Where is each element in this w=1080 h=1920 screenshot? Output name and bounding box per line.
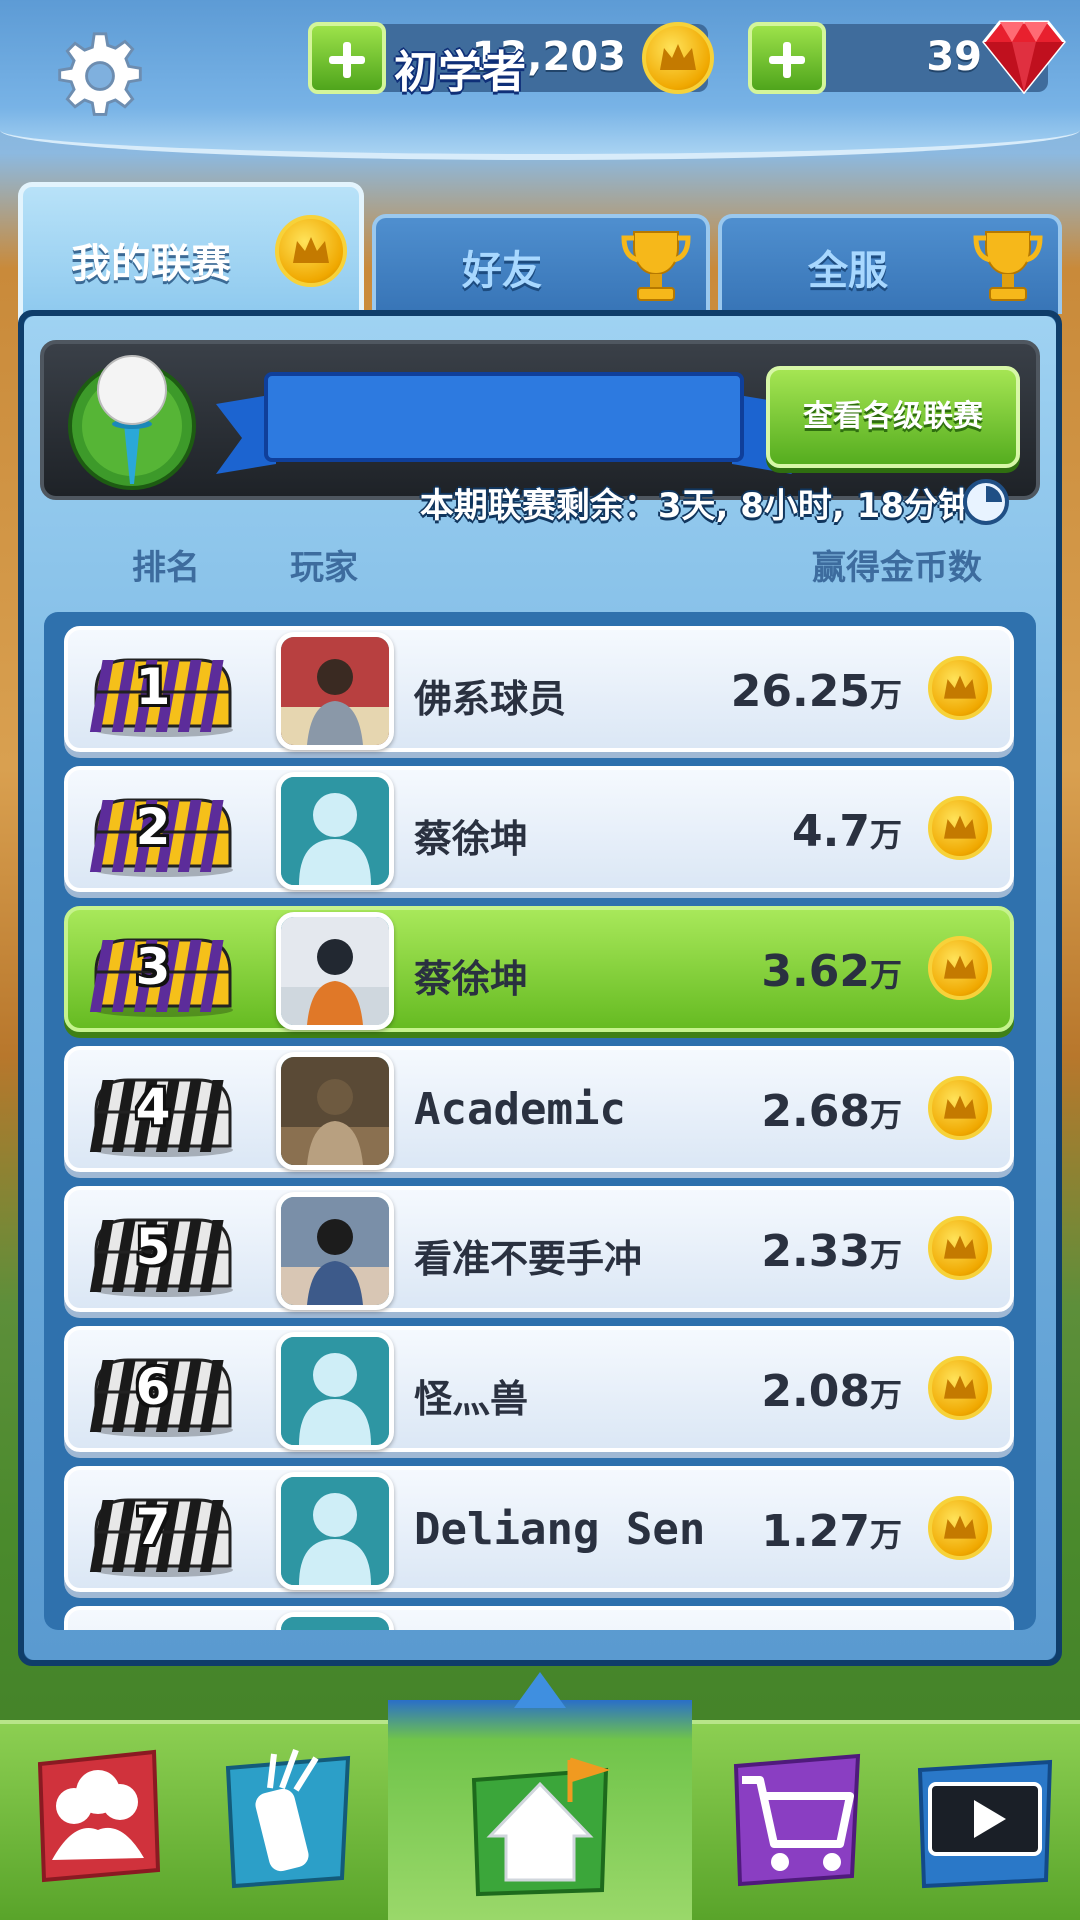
player-name: 看准不要手冲 bbox=[414, 1237, 643, 1281]
rank-number: 3 bbox=[135, 938, 171, 996]
rank-number: 2 bbox=[135, 798, 171, 856]
leaderboard-row-partial[interactable] bbox=[64, 1606, 1014, 1630]
player-score: 4.7万 bbox=[792, 806, 902, 857]
score-value: 4.7 bbox=[792, 806, 870, 857]
ruby-gem-icon bbox=[982, 20, 1066, 94]
score-unit: 万 bbox=[869, 816, 902, 854]
player-name: 蔡徐坤 bbox=[414, 957, 529, 1001]
tab-friends-label: 好友 bbox=[462, 248, 542, 294]
coin-crown-icon bbox=[928, 1076, 992, 1140]
leaderboard-row[interactable]: 6 怪灬兽 2.08万 bbox=[64, 1326, 1014, 1452]
leaderboard-row[interactable]: 4 Academic 2.68万 bbox=[64, 1046, 1014, 1172]
score-value: 26.25 bbox=[730, 666, 870, 717]
player-score: 2.68万 bbox=[761, 1086, 902, 1137]
home-icon[interactable] bbox=[462, 1740, 618, 1900]
coin-crown-icon bbox=[275, 215, 347, 287]
player-score: 26.25万 bbox=[731, 666, 902, 717]
coin-crown-icon bbox=[928, 796, 992, 860]
player-score: 3.62万 bbox=[761, 946, 902, 997]
coin-crown-icon bbox=[928, 656, 992, 720]
player-name: 蔡徐坤 bbox=[414, 817, 529, 861]
score-value: 2.33 bbox=[761, 1226, 870, 1277]
tab-global-label: 全服 bbox=[808, 248, 888, 294]
score-value: 1.27 bbox=[761, 1506, 870, 1557]
league-header: 查看各级联赛 bbox=[40, 340, 1040, 500]
tab-friends[interactable]: 好友 bbox=[372, 214, 710, 314]
coin-crown-icon bbox=[928, 936, 992, 1000]
active-indicator-arrow-icon bbox=[514, 1672, 566, 1708]
column-player: 玩家 bbox=[290, 548, 358, 588]
column-coins-won: 赢得金币数 bbox=[812, 548, 982, 588]
player-avatar[interactable] bbox=[276, 912, 394, 1030]
replay-tv-icon[interactable] bbox=[910, 1740, 1060, 1900]
league-tier-label: 初学者 bbox=[394, 47, 526, 98]
golf-ball-tee-icon bbox=[68, 355, 196, 490]
player-name: 佛系球员 bbox=[414, 677, 567, 721]
leaderboard-row[interactable]: 5 看准不要手冲 2.33万 bbox=[64, 1186, 1014, 1312]
view-all-leagues-button[interactable]: 查看各级联赛 bbox=[766, 366, 1020, 468]
gem-amount: 39 bbox=[926, 34, 982, 80]
player-avatar[interactable] bbox=[276, 772, 394, 890]
trophy-icon bbox=[621, 231, 691, 301]
player-avatar[interactable] bbox=[276, 1192, 394, 1310]
score-unit: 万 bbox=[869, 1376, 902, 1414]
league-countdown: 本期联赛剩余：3天, 8小时, 18分钟 bbox=[419, 486, 972, 526]
trophy-icon bbox=[973, 231, 1043, 301]
column-rank: 排名 bbox=[132, 548, 200, 588]
score-unit: 万 bbox=[869, 1516, 902, 1554]
player-avatar[interactable] bbox=[276, 1472, 394, 1590]
tier-ribbon bbox=[216, 372, 792, 474]
score-unit: 万 bbox=[869, 1096, 902, 1134]
score-value: 3.62 bbox=[761, 946, 870, 997]
coin-crown-icon bbox=[928, 1216, 992, 1280]
leaderboard-row[interactable]: 2 蔡徐坤 4.7万 bbox=[64, 766, 1014, 892]
score-unit: 万 bbox=[869, 956, 902, 994]
player-avatar[interactable] bbox=[276, 1052, 394, 1170]
leaderboard-list[interactable]: 1 佛系球员 26.25万 2 蔡徐坤 4.7万 3 蔡徐坤 3.62万 4 A… bbox=[44, 612, 1036, 1630]
player-avatar[interactable] bbox=[276, 1612, 394, 1630]
player-score: 1.27万 bbox=[761, 1506, 902, 1557]
rank-number: 6 bbox=[135, 1358, 171, 1416]
player-name: 怪灬兽 bbox=[414, 1377, 529, 1421]
coin-crown-icon bbox=[928, 1356, 992, 1420]
clubs-icon[interactable] bbox=[22, 1740, 172, 1900]
player-name: Academic bbox=[414, 1084, 626, 1135]
player-score: 2.08万 bbox=[761, 1366, 902, 1417]
golf-bag-icon[interactable] bbox=[212, 1740, 362, 1900]
player-score: 2.33万 bbox=[761, 1226, 902, 1277]
score-unit: 万 bbox=[869, 676, 902, 714]
leaderboard-row[interactable]: 7 Deliang Sen 1.27万 bbox=[64, 1466, 1014, 1592]
rank-number: 1 bbox=[135, 658, 171, 716]
shop-cart-icon[interactable] bbox=[722, 1740, 872, 1900]
leaderboard-row[interactable]: 3 蔡徐坤 3.62万 bbox=[64, 906, 1014, 1032]
score-unit: 万 bbox=[869, 1236, 902, 1274]
settings-gear-icon[interactable] bbox=[52, 28, 148, 124]
score-value: 2.68 bbox=[761, 1086, 870, 1137]
coin-crown-icon bbox=[928, 1496, 992, 1560]
player-name: Deliang Sen bbox=[414, 1504, 706, 1555]
add-gems-button[interactable] bbox=[748, 22, 826, 94]
player-avatar[interactable] bbox=[276, 1332, 394, 1450]
tab-my-league-label: 我的联赛 bbox=[71, 241, 231, 287]
leaderboard-row[interactable]: 1 佛系球员 26.25万 bbox=[64, 626, 1014, 752]
clock-icon bbox=[963, 479, 1009, 525]
rank-number: 7 bbox=[135, 1498, 171, 1556]
gem-counter: 39 bbox=[748, 20, 1066, 94]
rank-number: 4 bbox=[135, 1078, 171, 1136]
tab-global[interactable]: 全服 bbox=[718, 214, 1062, 314]
score-value: 2.08 bbox=[761, 1366, 870, 1417]
tab-my-league[interactable]: 我的联赛 bbox=[18, 182, 364, 322]
player-avatar[interactable] bbox=[276, 632, 394, 750]
rank-number: 5 bbox=[135, 1218, 171, 1276]
